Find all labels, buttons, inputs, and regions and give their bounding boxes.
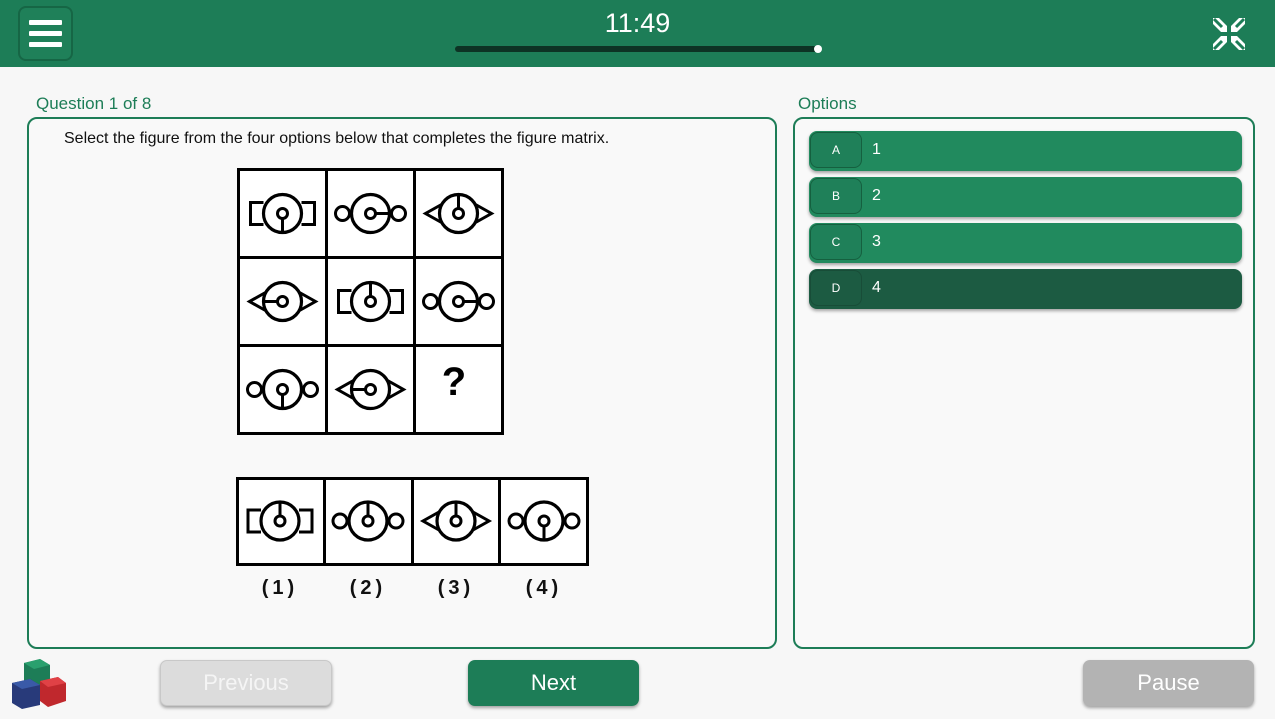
option-text: 3 (872, 233, 881, 250)
time-progress-fill (455, 46, 820, 52)
option-a[interactable]: A 1 (809, 131, 1242, 171)
options-panel: A 1 B 2 C 3 D 4 (793, 117, 1255, 649)
option-key: A (810, 132, 862, 168)
time-progress-knob (814, 45, 822, 53)
answer-label-2: (2) (349, 577, 387, 599)
cubes-logo-icon (12, 659, 66, 709)
figure-matrix: ? (237, 168, 504, 435)
time-progress-bar (455, 46, 820, 52)
option-text: 1 (872, 141, 881, 158)
answer-label-3: (3) (437, 577, 475, 599)
pause-button[interactable]: Pause (1083, 660, 1254, 706)
option-d[interactable]: D 4 (809, 269, 1242, 309)
top-bar: 11:49 (0, 0, 1275, 67)
question-prompt: Select the figure from the four options … (64, 130, 610, 147)
option-key: D (810, 270, 862, 306)
option-key: C (810, 224, 862, 260)
option-text: 2 (872, 187, 881, 204)
missing-figure-mark: ? (442, 360, 466, 404)
collapse-arrows-icon[interactable] (1210, 15, 1248, 53)
timer: 11:49 (604, 8, 671, 38)
next-button[interactable]: Next (468, 660, 639, 706)
answer-label-4: (4) (525, 577, 563, 599)
answer-label-1: (1) (261, 577, 299, 599)
option-c[interactable]: C 3 (809, 223, 1242, 263)
options-heading: Options (798, 94, 857, 113)
previous-button[interactable]: Previous (160, 660, 332, 706)
option-b[interactable]: B 2 (809, 177, 1242, 217)
answer-labels: (1) (2) (3) (4) (236, 577, 590, 600)
question-panel: Select the figure from the four options … (27, 117, 777, 649)
answer-figures (236, 477, 589, 566)
question-counter: Question 1 of 8 (36, 94, 152, 113)
option-text: 4 (872, 279, 881, 296)
option-key: B (810, 178, 862, 214)
